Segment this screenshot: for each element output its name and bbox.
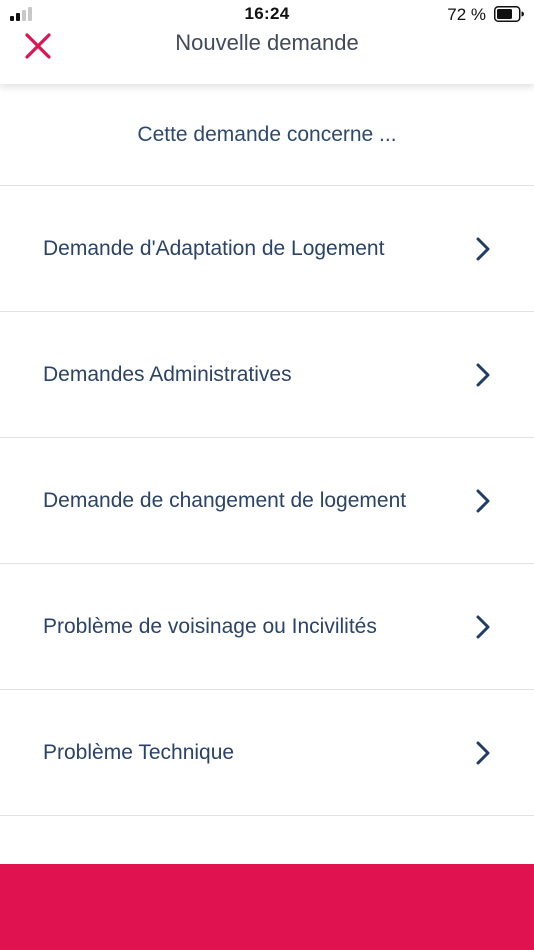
option-probleme-technique[interactable]: Problème Technique: [0, 690, 534, 816]
chevron-right-icon: [476, 489, 490, 513]
header: Nouvelle demande: [0, 28, 534, 84]
chevron-right-icon: [476, 237, 490, 261]
screen: 16:24 72 % Nouvelle demande Cette demand…: [0, 0, 534, 950]
bottom-bar: [0, 864, 534, 950]
chevron-right-icon: [476, 363, 490, 387]
option-voisinage-incivilites[interactable]: Problème de voisinage ou Incivilités: [0, 564, 534, 690]
chevron-right-icon: [476, 741, 490, 765]
page-title: Nouvelle demande: [175, 30, 359, 55]
request-category-list: Cette demande concerne ... Demande d'Ada…: [0, 84, 534, 816]
status-bar: 16:24 72 %: [0, 0, 534, 28]
option-changement-logement[interactable]: Demande de changement de logement: [0, 438, 534, 564]
option-label: Problème Technique: [43, 741, 235, 764]
option-label: Demande de changement de logement: [43, 489, 407, 512]
option-label: Problème de voisinage ou Incivilités: [43, 615, 377, 638]
prompt-text: Cette demande concerne ...: [0, 84, 534, 186]
option-label: Demande d'Adaptation de Logement: [43, 237, 385, 260]
option-adaptation-logement[interactable]: Demande d'Adaptation de Logement: [0, 186, 534, 312]
battery-icon: [494, 6, 524, 22]
option-label: Demandes Administratives: [43, 363, 292, 386]
battery-percentage: 72 %: [447, 5, 486, 24]
option-demandes-administratives[interactable]: Demandes Administratives: [0, 312, 534, 438]
chevron-right-icon: [476, 615, 490, 639]
